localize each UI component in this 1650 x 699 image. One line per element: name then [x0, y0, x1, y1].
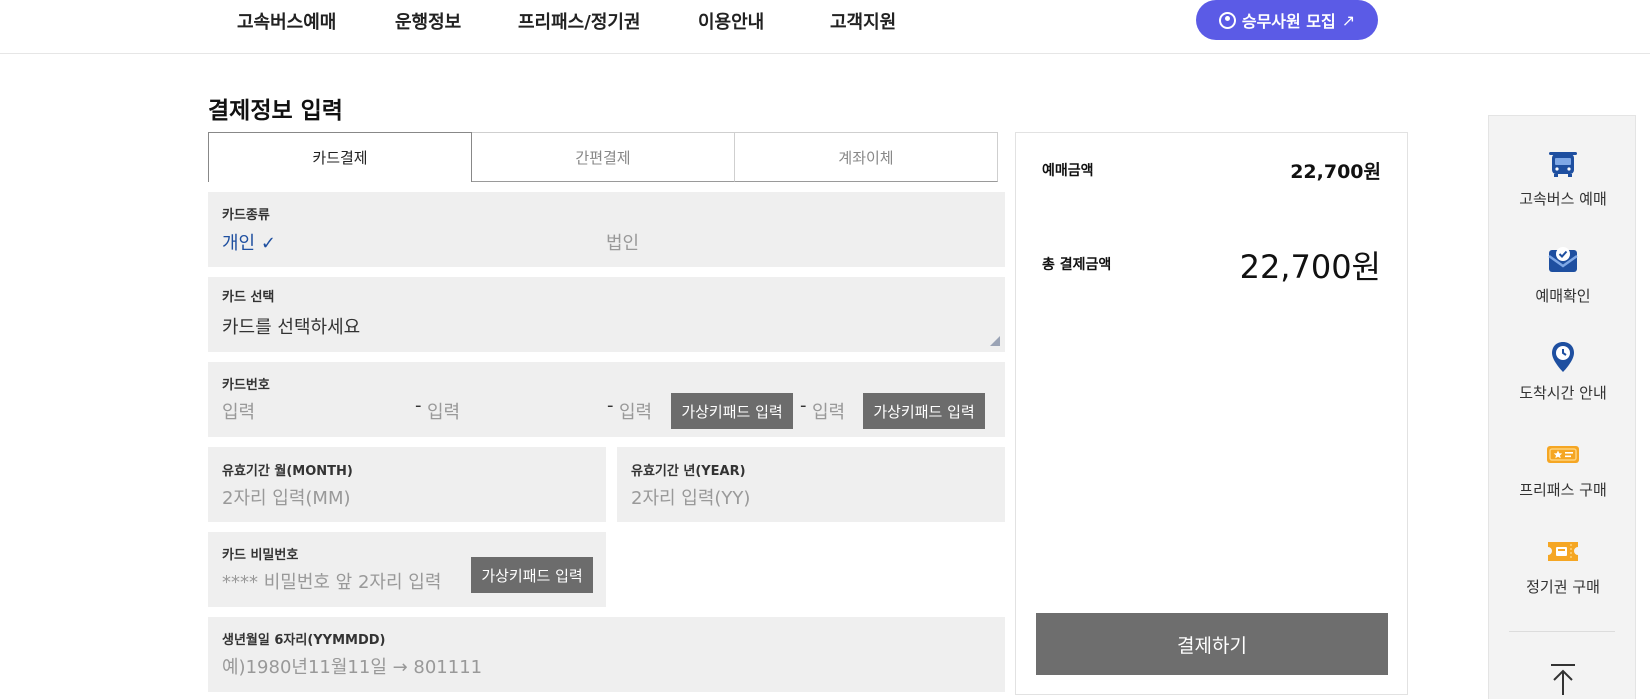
page-title: 결제정보 입력 [208, 98, 343, 124]
pay-button[interactable]: 결제하기 [1036, 613, 1388, 675]
card-password-box: 카드 비밀번호 **** 비밀번호 앞 2자리 입력 가상키패드 입력 [208, 532, 606, 607]
card-number-input-2[interactable]: 입력 [427, 398, 460, 424]
ticket-icon [1544, 532, 1582, 570]
card-number-input-1[interactable]: 입력 [222, 398, 255, 424]
quick-label-freepass-purchase: 프리패스 구매 [1519, 481, 1607, 499]
scroll-to-top-icon[interactable] [1545, 661, 1581, 697]
external-arrow-icon: ↗ [1341, 10, 1356, 30]
card-type-label: 카드종류 [222, 208, 270, 223]
check-icon: ✓ [260, 233, 276, 254]
quick-item-freepass-purchase[interactable]: 프리패스 구매 [1489, 435, 1637, 500]
payment-summary-panel: 예매금액 22,700원 총 결제금액 22,700원 결제하기 [1015, 132, 1408, 695]
reserve-amount-label: 예매금액 [1042, 163, 1094, 179]
card-password-input[interactable]: **** 비밀번호 앞 2자리 입력 [222, 568, 441, 594]
quick-label-season-ticket: 정기권 구매 [1526, 578, 1600, 596]
quick-item-reservation-check[interactable]: 예매확인 [1489, 241, 1637, 306]
card-number-input-3[interactable]: 입력 [619, 398, 652, 424]
card-type-box: 카드종류 개인 ✓ 법인 [208, 192, 1005, 267]
card-select-label: 카드 선택 [222, 290, 275, 305]
quick-label-bus-booking: 고속버스 예매 [1519, 190, 1607, 208]
card-number-input-4[interactable]: 입력 [812, 398, 845, 424]
expiry-year-label: 유효기간 년(YEAR) [631, 464, 746, 479]
expiry-year-input[interactable]: 2자리 입력(YY) [631, 484, 750, 510]
recruit-label: 승무사원 모집 [1241, 12, 1336, 31]
reserve-amount-value: 22,700원 [1290, 161, 1381, 183]
tab-account-transfer[interactable]: 계좌이체 [735, 132, 998, 182]
location-clock-icon [1544, 338, 1582, 376]
nav-item-freepass[interactable]: 프리패스/정기권 [518, 8, 641, 34]
card-select-value[interactable]: 카드를 선택하세요 [222, 313, 360, 339]
birth-label: 생년월일 6자리(YYMMDD) [222, 633, 386, 648]
card-number-label: 카드번호 [222, 378, 270, 393]
quick-menu: 고속버스 예매 예매확인 도착시간 안내 프리패스 구매 정기권 구매 [1488, 115, 1636, 699]
ticket-star-icon [1544, 435, 1582, 473]
quick-item-bus-booking[interactable]: 고속버스 예매 [1489, 144, 1637, 209]
birth-input[interactable]: 예)1980년11월11일 → 801111 [222, 653, 482, 679]
card-password-label: 카드 비밀번호 [222, 548, 299, 563]
expiry-month-box: 유효기간 월(MONTH) 2자리 입력(MM) [208, 447, 606, 522]
expiry-month-label: 유효기간 월(MONTH) [222, 464, 353, 479]
bus-icon [1544, 144, 1582, 182]
envelope-check-icon [1544, 241, 1582, 279]
tab-card-payment[interactable]: 카드결제 [208, 132, 472, 182]
select-resize-icon [990, 336, 1000, 346]
card-number-keypad-button-1[interactable]: 가상키패드 입력 [671, 393, 793, 429]
card-number-dash-3: - [800, 395, 807, 416]
nav-item-operation-info[interactable]: 운행정보 [395, 8, 461, 34]
card-number-keypad-button-2[interactable]: 가상키패드 입력 [863, 393, 985, 429]
card-number-dash-2: - [607, 395, 614, 416]
payment-tabs: 카드결제 간편결제 계좌이체 [208, 132, 998, 182]
card-type-corporate[interactable]: 법인 [606, 229, 639, 255]
quick-item-arrival-time[interactable]: 도착시간 안내 [1489, 338, 1637, 403]
nav-item-express-bus-booking[interactable]: 고속버스예매 [237, 8, 336, 34]
nav-item-customer-support[interactable]: 고객지원 [830, 8, 896, 34]
card-select-box[interactable]: 카드 선택 카드를 선택하세요 [208, 277, 1005, 352]
quick-label-arrival-time: 도착시간 안내 [1519, 384, 1607, 402]
card-number-box: 카드번호 입력 - 입력 - 입력 가상키패드 입력 - 입력 가상키패드 입력 [208, 362, 1005, 437]
person-icon [1218, 11, 1236, 29]
card-number-dash-1: - [415, 395, 422, 416]
birth-box: 생년월일 6자리(YYMMDD) 예)1980년11월11일 → 801111 [208, 617, 1005, 692]
password-keypad-button[interactable]: 가상키패드 입력 [471, 557, 593, 593]
expiry-month-input[interactable]: 2자리 입력(MM) [222, 484, 351, 510]
recruit-button[interactable]: 승무사원 모집 ↗ [1196, 0, 1378, 40]
tab-simple-payment[interactable]: 간편결제 [472, 132, 735, 182]
nav-item-usage-guide[interactable]: 이용안내 [698, 8, 764, 34]
total-amount-value: 22,700원 [1239, 248, 1381, 286]
top-navigation: 고속버스예매 운행정보 프리패스/정기권 이용안내 고객지원 승무사원 모집 ↗ [0, 0, 1650, 54]
total-amount-label: 총 결제금액 [1042, 257, 1112, 273]
quick-menu-divider [1509, 631, 1615, 632]
personal-label: 개인 [222, 233, 256, 254]
expiry-year-box: 유효기간 년(YEAR) 2자리 입력(YY) [617, 447, 1005, 522]
quick-label-reservation-check: 예매확인 [1535, 287, 1591, 305]
quick-item-season-ticket[interactable]: 정기권 구매 [1489, 532, 1637, 597]
card-type-personal[interactable]: 개인 ✓ [222, 229, 276, 255]
